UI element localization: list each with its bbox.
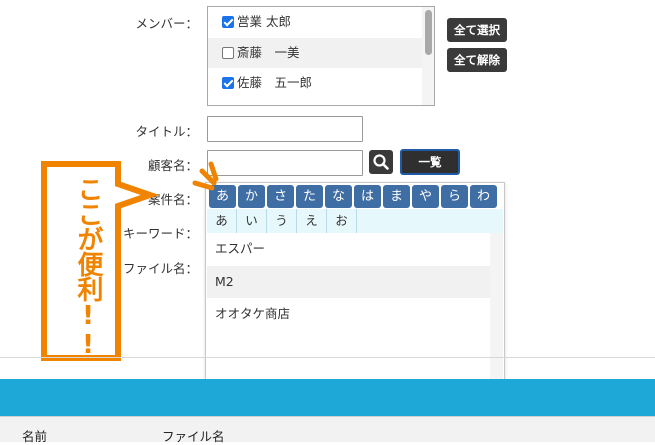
column-header-file-name[interactable]: ファイル名 xyxy=(162,426,225,445)
gojuon-tabs: あ か さ た な は ま や ら わ xyxy=(207,184,503,209)
customer-list-item[interactable]: M2 xyxy=(207,266,490,298)
customer-list-item[interactable]: オオタケ商店 xyxy=(207,298,490,330)
gojuon-tab[interactable]: は xyxy=(354,185,381,208)
member-item[interactable]: 佐藤 五一郎 xyxy=(208,68,422,98)
gojuon-tab[interactable]: や xyxy=(412,185,439,208)
gojuon-tab[interactable]: さ xyxy=(267,185,294,208)
member-list[interactable]: 営業 太郎 斎藤 一美 佐藤 五一郎 xyxy=(207,6,435,106)
gojuon-tab[interactable]: ら xyxy=(441,185,468,208)
title-label: タイトル： xyxy=(135,124,198,139)
gojuon-tab[interactable]: た xyxy=(296,185,323,208)
gojuon-tab[interactable]: わ xyxy=(470,185,497,208)
member-label: メンバー： xyxy=(135,16,198,31)
customer-list-item[interactable]: エスパー xyxy=(207,233,490,265)
checkbox-unchecked[interactable] xyxy=(222,47,234,59)
member-list-scrollbar[interactable] xyxy=(422,7,434,105)
checkbox-checked[interactable] xyxy=(222,16,234,28)
results-header-bar xyxy=(0,379,655,416)
member-item[interactable]: 営業 太郎 xyxy=(208,7,422,37)
results-table-header xyxy=(0,416,655,442)
select-all-button[interactable]: 全て選択 xyxy=(447,18,507,42)
kana-subtabs: あ い う え お xyxy=(207,209,503,233)
gojuon-tab[interactable]: ま xyxy=(383,185,410,208)
gojuon-tab[interactable]: か xyxy=(238,185,265,208)
list-button[interactable]: 一覧 xyxy=(400,149,460,175)
member-name: 営業 太郎 xyxy=(237,14,291,29)
title-input[interactable] xyxy=(207,116,363,142)
checkbox-checked[interactable] xyxy=(222,77,234,89)
kana-tab[interactable]: う xyxy=(267,209,297,233)
customer-input[interactable] xyxy=(207,150,363,176)
gojuon-tab[interactable]: な xyxy=(325,185,352,208)
column-header-name[interactable]: 名前 xyxy=(22,426,47,445)
kana-tab[interactable]: お xyxy=(327,209,357,233)
member-name: 斎藤 一美 xyxy=(237,45,300,60)
search-button[interactable] xyxy=(369,150,393,174)
search-icon xyxy=(373,154,389,170)
kana-tab[interactable]: い xyxy=(237,209,267,233)
kana-tab[interactable]: え xyxy=(297,209,327,233)
deselect-all-button[interactable]: 全て解除 xyxy=(447,48,507,72)
member-name: 佐藤 五一郎 xyxy=(237,75,313,90)
callout-text: ここが便利!! xyxy=(73,176,103,359)
customer-picker-panel: あ か さ た な は ま や ら わ あ い う え お エスパー M2 オオ… xyxy=(205,182,505,381)
member-item-partial[interactable] xyxy=(208,99,422,105)
scrollbar-thumb[interactable] xyxy=(425,10,432,55)
member-item[interactable]: 斎藤 一美 xyxy=(208,38,422,68)
section-divider xyxy=(0,357,655,358)
callout-emphasis-marks xyxy=(192,161,219,191)
